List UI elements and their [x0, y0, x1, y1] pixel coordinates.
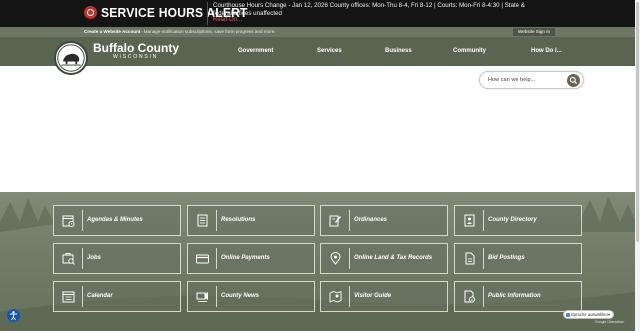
quick-link-label: Visitor Guide — [354, 293, 392, 299]
county-seal-logo[interactable] — [54, 41, 88, 75]
document-icon — [197, 214, 208, 227]
tile-divider — [483, 286, 484, 307]
quick-link-label: Ordinances — [354, 217, 388, 223]
create-account-link[interactable]: Create a Website Account — [84, 29, 140, 34]
credit-card-icon — [196, 254, 209, 264]
quick-link-label: Bid Postings — [488, 255, 525, 261]
document-info-icon — [464, 290, 476, 303]
tile-divider — [216, 286, 217, 307]
quick-link-jobs[interactable]: Jobs — [53, 243, 181, 274]
state-name: WISCONSIN — [113, 54, 159, 60]
service-hours-alert-bar: SERVICE HOURS ALERT Courthouse Hours Cha… — [0, 0, 640, 27]
quick-link-agendas-minutes[interactable]: Agendas & Minutes — [53, 205, 181, 236]
tile-divider — [82, 286, 83, 307]
sign-in-button[interactable]: Website Sign In — [513, 28, 556, 36]
calendar-icon — [62, 291, 75, 303]
tile-divider — [349, 210, 350, 231]
tile-divider — [216, 210, 217, 231]
account-description: - Manage notification subscriptions, sav… — [141, 29, 276, 34]
quick-link-label: County Directory — [488, 217, 537, 223]
contact-book-icon — [464, 214, 475, 227]
language-select-label: Sprache auswählen — [571, 312, 608, 317]
page-scrollbar[interactable] — [635, 0, 640, 331]
tile-divider — [349, 248, 350, 269]
quick-link-online-land-tax-records[interactable]: Online Land & Tax Records — [320, 243, 448, 274]
alert-read-on-link[interactable]: Read On... — [213, 17, 242, 23]
nav-services[interactable]: Services — [317, 48, 342, 54]
nav-community[interactable]: Community — [453, 48, 486, 54]
calendar-clock-icon — [62, 215, 75, 227]
quick-link-online-payments[interactable]: Online Payments — [187, 243, 315, 274]
site-header: Buffalo County WISCONSIN Government Serv… — [0, 37, 640, 75]
quick-link-label: Resolutions — [221, 217, 256, 223]
briefcase-search-icon — [62, 253, 75, 265]
search-button[interactable] — [567, 74, 580, 87]
tile-divider — [349, 286, 350, 307]
quick-link-label: Public Information — [488, 293, 541, 299]
site-search — [479, 71, 584, 89]
map-pin-icon — [330, 252, 341, 265]
accessibility-button[interactable] — [7, 309, 20, 322]
search-icon — [569, 76, 578, 85]
pen-document-icon — [329, 215, 341, 227]
quick-link-bid-postings[interactable]: Bid Postings — [454, 243, 582, 274]
quick-link-label: County News — [221, 293, 260, 299]
quick-link-label: Online Payments — [221, 255, 270, 261]
alert-message: Courthouse Hours Change - Jan 12, 2026 C… — [213, 2, 525, 17]
alert-divider — [207, 2, 208, 25]
county-name[interactable]: Buffalo County — [93, 41, 179, 55]
tile-divider — [216, 248, 217, 269]
google-translate-icon — [566, 313, 570, 317]
tile-divider — [483, 248, 484, 269]
tile-divider — [82, 210, 83, 231]
quick-link-label: Agendas & Minutes — [87, 217, 143, 223]
tile-divider — [82, 248, 83, 269]
accessibility-icon — [10, 311, 17, 321]
search-input[interactable] — [488, 75, 568, 85]
account-strip: Create a Website Account - Manage notifi… — [0, 27, 640, 37]
quick-link-resolutions[interactable]: Resolutions — [187, 205, 315, 236]
chevron-down-icon: ▾ — [607, 312, 610, 317]
quick-links-section: Agendas & Minutes Resolutions Ordinances… — [0, 192, 635, 331]
alert-circle-icon — [84, 6, 97, 19]
language-select[interactable]: Sprache auswählen ▾ — [563, 310, 614, 319]
nav-business[interactable]: Business — [385, 48, 412, 54]
news-megaphone-icon — [196, 292, 208, 302]
map-location-icon — [329, 290, 342, 303]
scrollbar-thumb[interactable] — [636, 2, 639, 242]
tile-divider — [483, 210, 484, 231]
quick-link-county-news[interactable]: County News — [187, 281, 315, 312]
quick-link-label: Online Land & Tax Records — [354, 255, 433, 261]
quick-link-label: Calendar — [87, 293, 113, 299]
nav-government[interactable]: Government — [238, 48, 273, 54]
clipboard-document-icon — [465, 252, 475, 265]
translate-powered-by: Google Übersetzer — [595, 320, 625, 324]
quick-link-label: Jobs — [87, 255, 102, 261]
quick-link-calendar[interactable]: Calendar — [53, 281, 181, 312]
quick-link-ordinances[interactable]: Ordinances — [320, 205, 448, 236]
quick-link-county-directory[interactable]: County Directory — [454, 205, 582, 236]
quick-link-visitor-guide[interactable]: Visitor Guide — [320, 281, 448, 312]
quick-link-public-information[interactable]: Public Information — [454, 281, 582, 312]
nav-how-do-i[interactable]: How Do I... — [531, 48, 562, 54]
